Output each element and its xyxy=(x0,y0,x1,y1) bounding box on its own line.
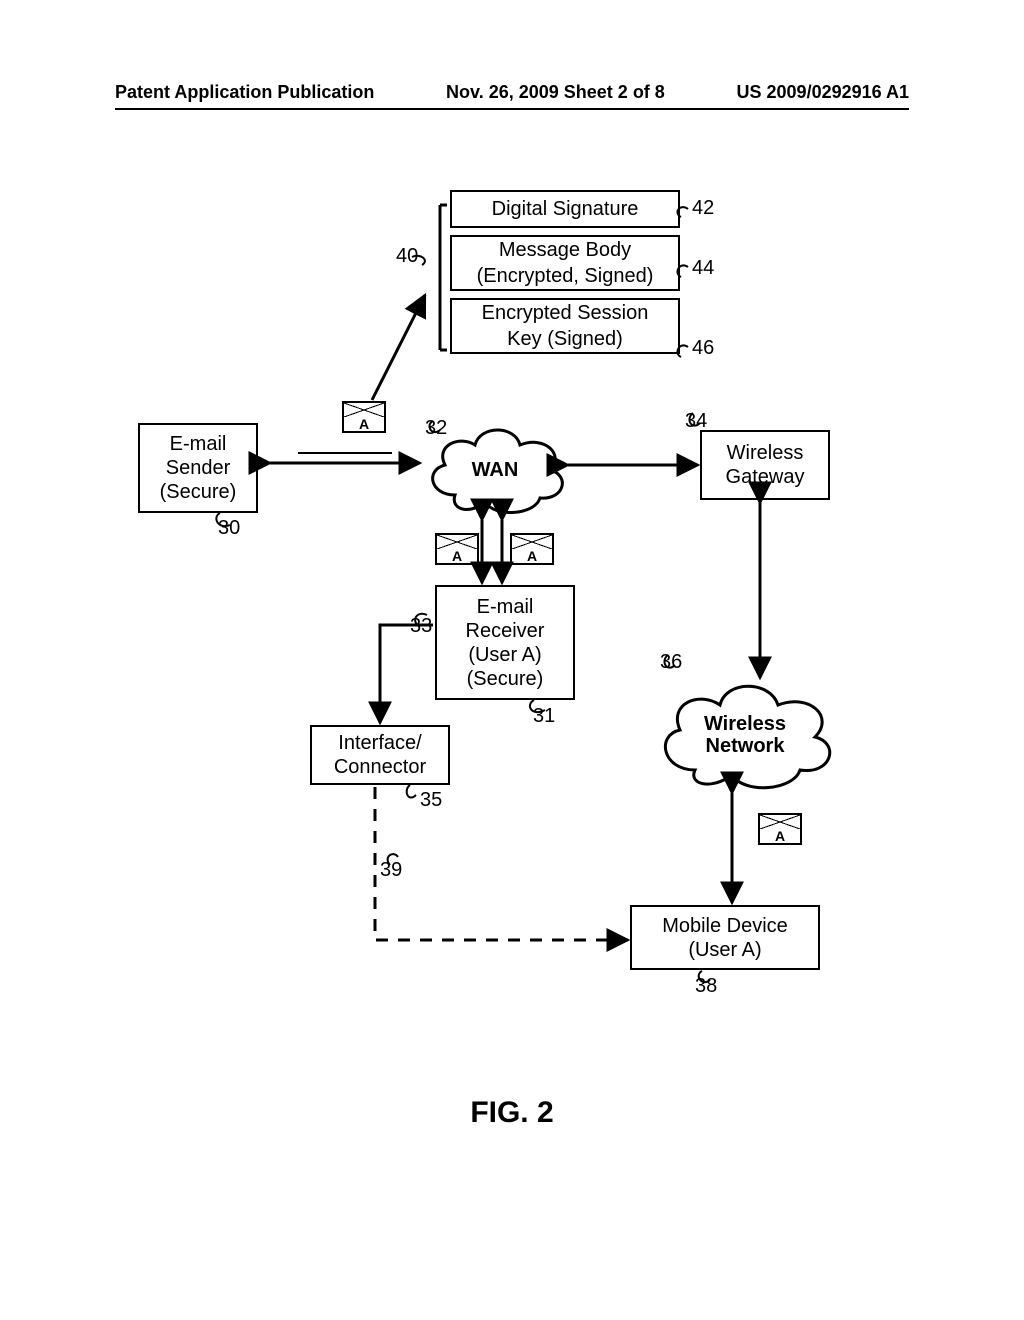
header-rule xyxy=(115,108,909,110)
header-center: Nov. 26, 2009 Sheet 2 of 8 xyxy=(446,82,665,103)
header-left: Patent Application Publication xyxy=(115,82,374,103)
figure-caption: FIG. 2 xyxy=(0,1096,1024,1130)
connector-arrows xyxy=(120,185,910,1055)
page-header: Patent Application Publication Nov. 26, … xyxy=(115,82,909,103)
figure-2-diagram: Digital Signature Message Body (Encrypte… xyxy=(120,185,910,1055)
header-right: US 2009/0292916 A1 xyxy=(737,82,909,103)
